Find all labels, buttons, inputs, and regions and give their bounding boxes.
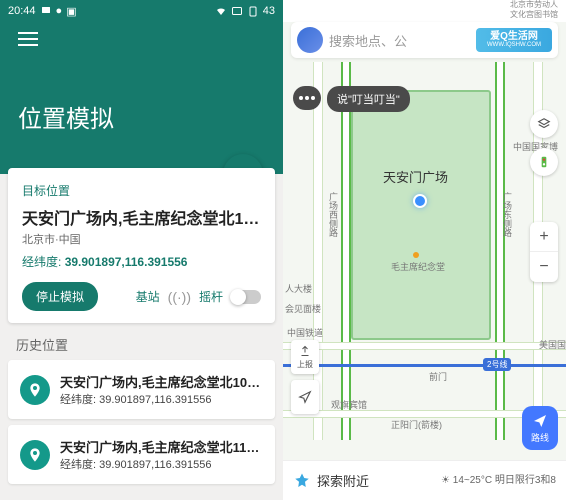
park-name: 天安门广场 <box>383 167 448 186</box>
layers-button[interactable] <box>530 110 558 138</box>
poi-memorial: 毛主席纪念堂 <box>391 260 445 273</box>
status-bar: 北京市劳动人文化宫图书馆 <box>283 0 566 22</box>
battery-icon <box>247 5 259 17</box>
target-coord: 经纬度: 39.901897,116.391556 <box>22 253 261 270</box>
history-address: 天安门广场内,毛主席纪念堂北109米 <box>60 372 263 391</box>
upload-button[interactable]: 上报 <box>291 340 319 374</box>
watermark-text: 北京市劳动人文化宫图书馆 <box>510 0 558 19</box>
poi-renda: 人大楼 <box>285 282 312 295</box>
avatar[interactable] <box>297 27 323 53</box>
wifi-icon <box>215 5 227 17</box>
history-address: 天安门广场内,毛主席纪念堂北110米 <box>60 437 263 456</box>
weather-info: ☀ 14~25°C 明日限行3和8 <box>441 475 556 487</box>
history-item[interactable]: 天安门广场内,毛主席纪念堂北110米 经纬度: 39.901897,116.39… <box>8 425 275 484</box>
zoom-controls: + − <box>530 222 558 282</box>
target-label: 目标位置 <box>22 182 261 199</box>
status-bar: 20:44 ● ▣ 43 <box>0 0 283 22</box>
cast-icon <box>231 5 243 17</box>
traffic-button[interactable] <box>530 148 558 176</box>
search-input[interactable]: 搜索地点、公 <box>329 31 470 50</box>
poi-tieda: 中国铁道 <box>287 326 323 339</box>
header: 位置模拟 + <box>0 22 283 174</box>
poi-west-road: 广场西侧路 <box>327 192 340 237</box>
poi-marker <box>413 252 419 258</box>
zoom-out-button[interactable]: − <box>530 252 558 282</box>
stop-button[interactable]: 停止模拟 <box>22 282 98 311</box>
pin-icon <box>20 375 50 405</box>
msg-icon: ● <box>56 5 63 17</box>
zoom-in-button[interactable]: + <box>530 222 558 252</box>
poi-east-road: 广场东侧路 <box>501 192 514 237</box>
history-section-title: 历史位置 <box>16 335 283 354</box>
sun-icon: ☀ <box>441 475 450 486</box>
menu-icon[interactable] <box>18 32 38 46</box>
joystick-label: 摇杆 <box>199 288 223 305</box>
status-time: 20:44 <box>8 5 36 17</box>
history-coord: 经纬度: 39.901897,116.391556 <box>60 456 263 472</box>
subway-line-badge: 2号线 <box>483 358 511 371</box>
base-station-toggle[interactable]: 基站 <box>136 288 160 305</box>
current-location-dot <box>413 194 427 208</box>
poi-meiguo: 美国国 <box>539 338 566 351</box>
mock-location-app: 20:44 ● ▣ 43 位置模拟 + 目标位置 天安门广场内,毛主席纪念堂北1… <box>0 0 283 500</box>
map[interactable]: 天安门广场 毛主席纪念堂 中国国家博 广场东侧路 广场西侧路 人大楼 会见面楼 … <box>283 22 566 500</box>
more-button[interactable] <box>293 86 321 110</box>
app-icon: ▣ <box>66 5 76 18</box>
poi-qianmen: 前门 <box>429 370 447 383</box>
locate-button[interactable] <box>291 380 319 414</box>
voice-tip[interactable]: 说"叮当叮当" <box>327 86 410 112</box>
park-area <box>351 90 491 340</box>
pin-icon <box>20 440 50 470</box>
history-coord: 经纬度: 39.901897,116.391556 <box>60 391 263 407</box>
history-item[interactable]: 天安门广场内,毛主席纪念堂北109米 经纬度: 39.901897,116.39… <box>8 360 275 419</box>
explore-nearby[interactable]: 探索附近 <box>317 471 435 490</box>
joystick-toggle[interactable] <box>231 290 261 304</box>
poi-guanqi: 观旗宾馆 <box>331 398 367 411</box>
route-button[interactable]: 路线 <box>522 406 558 450</box>
map-app: 北京市劳动人文化宫图书馆 天安门广场 毛主席纪念堂 中国国家博 广场东侧路 广场… <box>283 0 566 500</box>
battery-pct: 43 <box>263 5 275 17</box>
poi-zhengyang: 正阳门(箭楼) <box>391 418 442 431</box>
notif-icon <box>40 5 52 17</box>
bottom-bar: 探索附近 ☀ 14~25°C 明日限行3和8 <box>283 460 566 500</box>
target-card: 目标位置 天安门广场内,毛主席纪念堂北109.. 北京市·中国 经纬度: 39.… <box>8 168 275 323</box>
explore-icon <box>293 472 311 490</box>
brand-badge: 爱Q生活网 WWW.IQSHW.COM <box>476 28 552 52</box>
poi-huimian: 会见面楼 <box>285 302 321 315</box>
antenna-icon: ((·)) <box>168 289 191 305</box>
target-city: 北京市·中国 <box>22 231 261 247</box>
target-address: 天安门广场内,毛主席纪念堂北109.. <box>22 205 261 229</box>
app-title: 位置模拟 <box>18 99 265 134</box>
search-bar[interactable]: 搜索地点、公 爱Q生活网 WWW.IQSHW.COM <box>291 22 558 58</box>
